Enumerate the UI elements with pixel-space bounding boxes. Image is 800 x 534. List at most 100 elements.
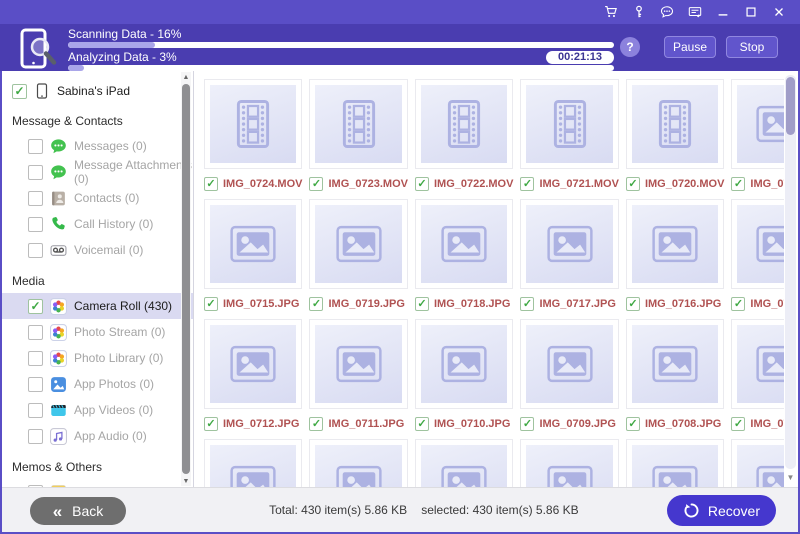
minimize-icon[interactable] [712, 3, 734, 21]
sidebar-item-app-videos[interactable]: App Videos (0) [2, 397, 193, 423]
file-cell: ✓IMG_0710.JPG [415, 319, 513, 439]
file-thumbnail[interactable] [204, 79, 302, 169]
file-checkbox[interactable]: ✓ [731, 177, 745, 191]
file-thumbnail[interactable] [309, 319, 407, 409]
file-thumbnail[interactable] [520, 199, 618, 289]
file-thumbnail[interactable] [520, 439, 618, 487]
file-thumbnail[interactable] [204, 439, 302, 487]
sidebar-item-app-photos[interactable]: App Photos (0) [2, 371, 193, 397]
grid-scroll-down-icon[interactable]: ▼ [785, 472, 796, 483]
item-checkbox[interactable] [28, 377, 43, 392]
file-checkbox[interactable]: ✓ [626, 417, 640, 431]
recover-button[interactable]: Recover [667, 495, 776, 526]
item-checkbox[interactable] [28, 217, 43, 232]
file-cell: ✓IMG_0722.MOV [415, 79, 513, 199]
sidebar-item-messages[interactable]: Messages (0) [2, 133, 193, 159]
file-thumbnail[interactable] [626, 199, 724, 289]
sidebar-item-call-history[interactable]: Call History (0) [2, 211, 193, 237]
item-checkbox[interactable] [28, 191, 43, 206]
feedback-icon[interactable] [684, 3, 706, 21]
file-checkbox[interactable]: ✓ [204, 297, 218, 311]
maximize-icon[interactable] [740, 3, 762, 21]
file-checkbox[interactable]: ✓ [520, 297, 534, 311]
item-checkbox[interactable]: ✓ [28, 299, 43, 314]
item-checkbox[interactable] [28, 325, 43, 340]
file-checkbox[interactable]: ✓ [731, 417, 745, 431]
file-thumbnail[interactable] [520, 319, 618, 409]
file-checkbox[interactable]: ✓ [309, 297, 323, 311]
jpg-thumbnail-icon [526, 205, 612, 283]
file-thumbnail[interactable] [415, 199, 513, 289]
messages-icon [50, 138, 67, 155]
cart-icon[interactable] [600, 3, 622, 21]
section-title: Memos & Others [2, 449, 193, 479]
back-button[interactable]: « Back [30, 497, 126, 525]
help-button[interactable]: ? [620, 37, 640, 57]
jpg-thumbnail-icon [632, 445, 718, 487]
key-icon[interactable] [628, 3, 650, 21]
file-cell: ✓IMG_0711.JPG [309, 319, 407, 439]
file-checkbox[interactable]: ✓ [415, 297, 429, 311]
sidebar-item-app-audio[interactable]: App Audio (0) [2, 423, 193, 449]
scroll-up-icon[interactable]: ▲ [181, 72, 191, 82]
sidebar-item-photo-library[interactable]: Photo Library (0) [2, 345, 193, 371]
item-checkbox[interactable] [28, 403, 43, 418]
file-cell [731, 439, 784, 487]
file-thumbnail[interactable] [731, 319, 784, 409]
grid-scrollbar[interactable] [785, 75, 796, 469]
file-thumbnail[interactable] [626, 319, 724, 409]
scroll-down-icon[interactable]: ▼ [181, 476, 191, 486]
file-checkbox[interactable]: ✓ [415, 177, 429, 191]
file-name: IMG_0720.MOV [645, 178, 724, 190]
pause-button[interactable]: Pause [664, 36, 716, 58]
file-checkbox[interactable]: ✓ [204, 417, 218, 431]
chat-icon[interactable] [656, 3, 678, 21]
file-checkbox[interactable]: ✓ [309, 417, 323, 431]
grid-scroll-thumb[interactable] [786, 77, 795, 135]
file-thumbnail[interactable] [309, 199, 407, 289]
close-icon[interactable] [768, 3, 790, 21]
sidebar-item-message-attachments[interactable]: Message Attachments (0) [2, 159, 193, 185]
file-thumbnail[interactable] [415, 439, 513, 487]
device-row[interactable]: ✓ Sabina's iPad [2, 71, 193, 103]
item-checkbox[interactable] [28, 139, 43, 154]
file-checkbox[interactable]: ✓ [626, 177, 640, 191]
sidebar-item-voicemail[interactable]: Voicemail (0) [2, 237, 193, 263]
file-checkbox[interactable]: ✓ [520, 417, 534, 431]
file-checkbox[interactable]: ✓ [626, 297, 640, 311]
file-thumbnail[interactable] [731, 199, 784, 289]
item-checkbox[interactable] [28, 165, 43, 180]
item-checkbox[interactable] [28, 351, 43, 366]
file-thumbnail[interactable] [204, 199, 302, 289]
file-thumbnail[interactable] [520, 79, 618, 169]
file-checkbox[interactable]: ✓ [309, 177, 323, 191]
file-thumbnail[interactable] [731, 439, 784, 487]
sidebar-scroll-thumb[interactable] [182, 84, 190, 474]
file-thumbnail[interactable] [415, 319, 513, 409]
sidebar-item-label: Contacts (0) [74, 191, 139, 205]
file-thumbnail[interactable] [309, 439, 407, 487]
file-checkbox[interactable]: ✓ [204, 177, 218, 191]
elapsed-timer: 00:21:13 [546, 51, 614, 64]
sidebar-item-contacts[interactable]: Contacts (0) [2, 185, 193, 211]
sidebar-scrollbar[interactable]: ▲ ▼ [181, 72, 191, 486]
app-photos-icon [50, 376, 67, 393]
file-thumbnail[interactable] [731, 79, 784, 169]
file-thumbnail[interactable] [626, 439, 724, 487]
sidebar-item-photo-stream[interactable]: Photo Stream (0) [2, 319, 193, 345]
file-thumbnail[interactable] [204, 319, 302, 409]
file-checkbox[interactable]: ✓ [520, 177, 534, 191]
file-checkbox[interactable]: ✓ [415, 417, 429, 431]
jpg-thumbnail-icon [315, 205, 401, 283]
file-thumbnail[interactable] [309, 79, 407, 169]
device-checkbox[interactable]: ✓ [12, 84, 27, 99]
stop-button[interactable]: Stop [726, 36, 778, 58]
file-thumbnail[interactable] [415, 79, 513, 169]
file-thumbnail[interactable] [626, 79, 724, 169]
item-checkbox[interactable] [28, 429, 43, 444]
sidebar-item-camera-roll[interactable]: ✓Camera Roll (430) [2, 293, 193, 319]
item-checkbox[interactable] [28, 243, 43, 258]
sidebar-item-notes[interactable]: Notes (0) [2, 479, 193, 487]
mov-thumbnail-icon [632, 85, 718, 163]
file-checkbox[interactable]: ✓ [731, 297, 745, 311]
